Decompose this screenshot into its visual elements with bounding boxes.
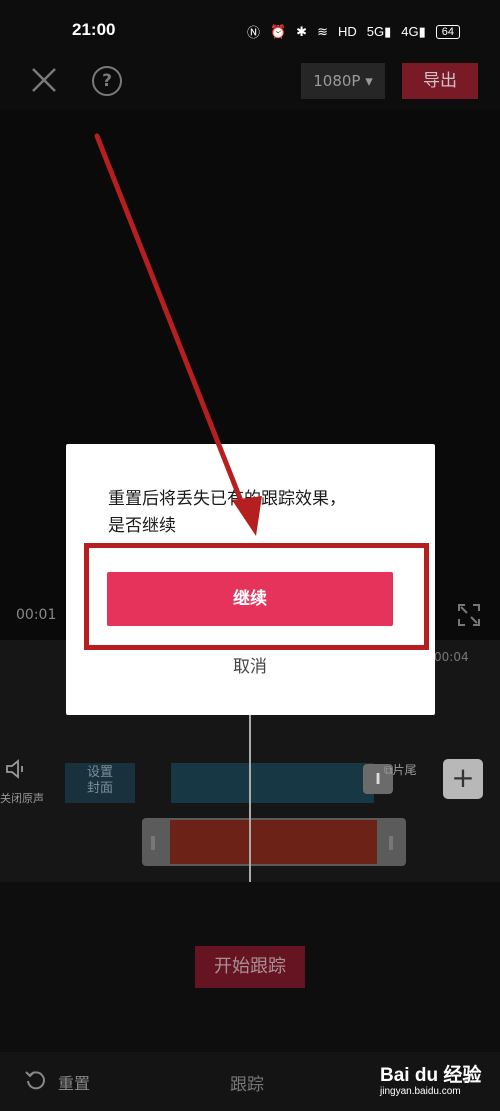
annotation-arrow-icon bbox=[94, 133, 262, 536]
watermark-brand: Bai du 经验 bbox=[380, 1065, 482, 1086]
watermark-url: jingyan.baidu.com bbox=[380, 1086, 461, 1097]
baidu-jingyan-watermark: Bai du 经验 jingyan.baidu.com bbox=[380, 1060, 495, 1104]
